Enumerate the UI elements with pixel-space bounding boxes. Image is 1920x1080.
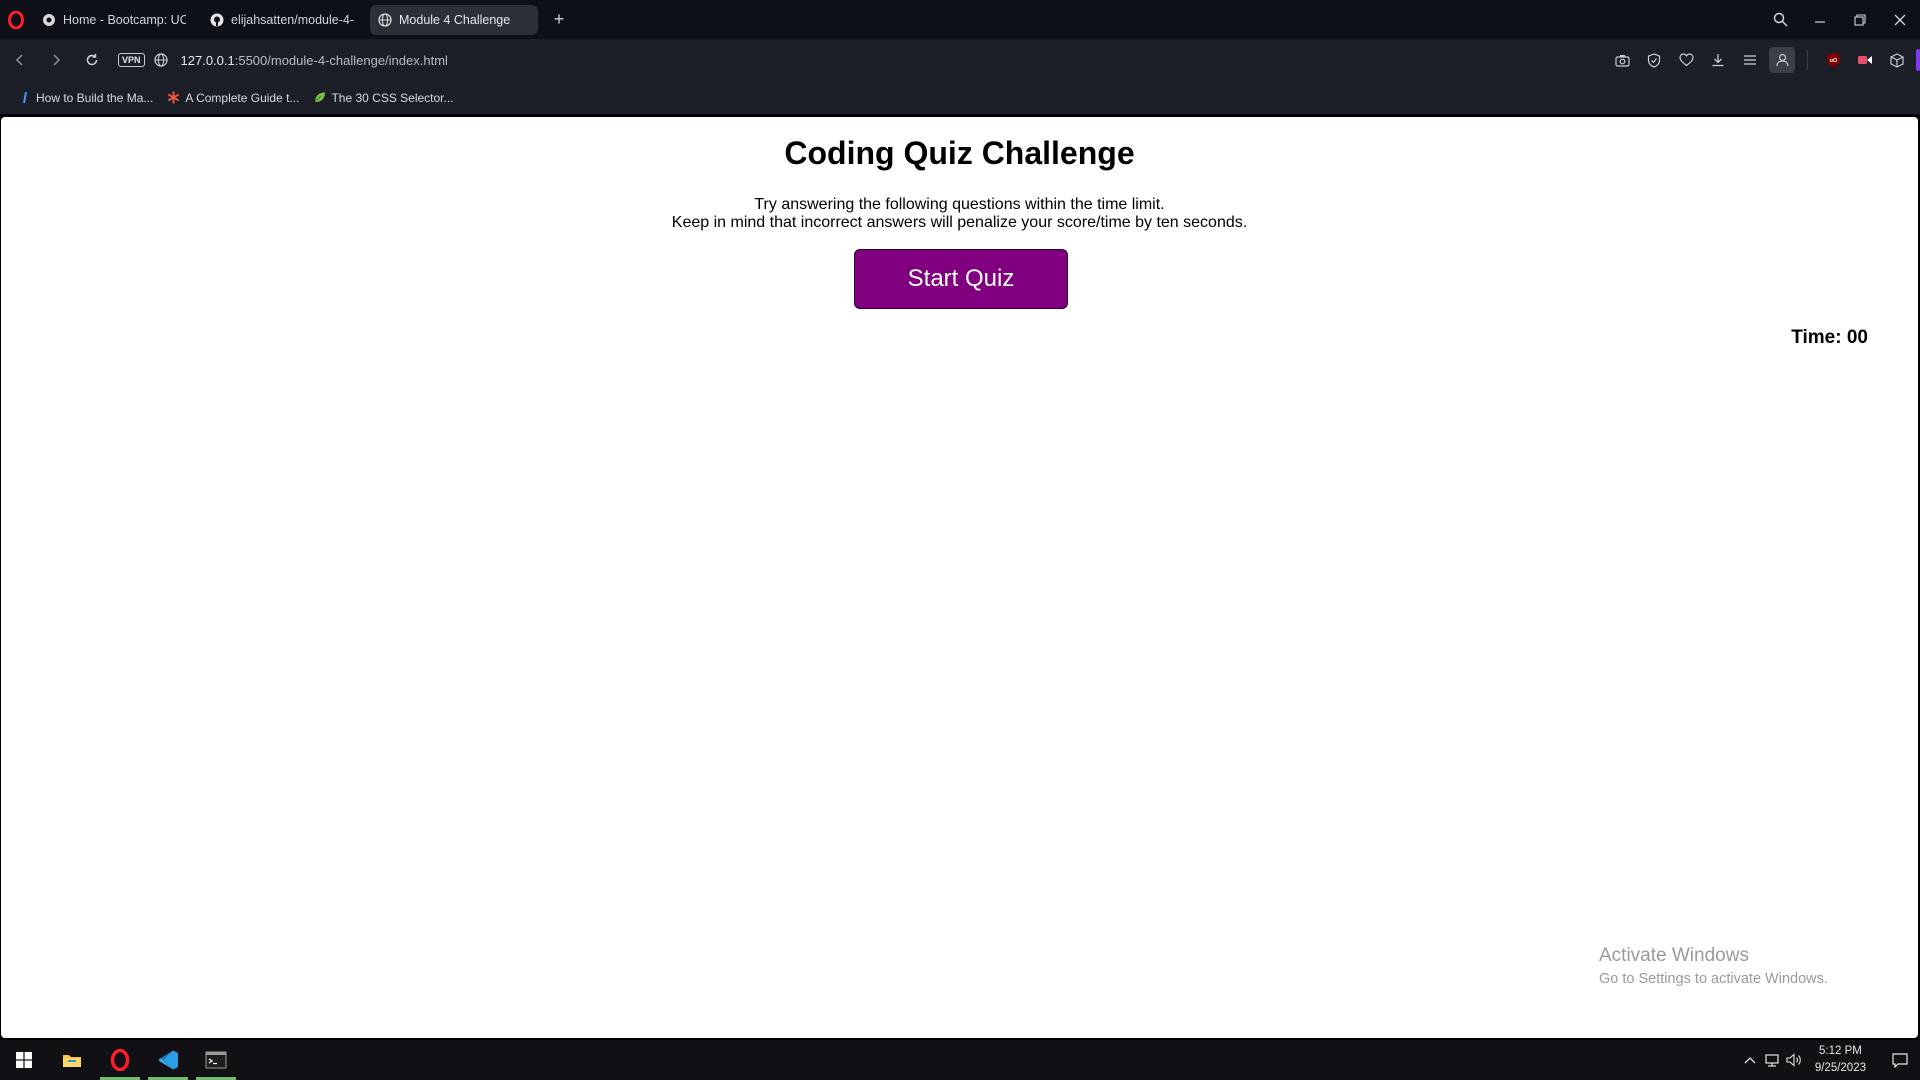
network-icon[interactable]: [1761, 1040, 1783, 1080]
window-controls: [1760, 0, 1920, 39]
shield-icon[interactable]: [1641, 47, 1667, 73]
tab-title: elijahsatten/module-4-ch: [231, 12, 354, 27]
heart-icon[interactable]: [1673, 47, 1699, 73]
tab-module-4-challenge[interactable]: Module 4 Challenge: [370, 4, 538, 35]
windows-start-icon[interactable]: [0, 1040, 48, 1080]
restore-icon[interactable]: [1840, 0, 1880, 39]
intro-text: Try answering the following questions wi…: [1, 196, 1918, 232]
profile-icon[interactable]: [1769, 47, 1795, 73]
tab-title: Home - Bootcamp: UCF-V: [63, 12, 186, 27]
globe-icon: [378, 12, 392, 27]
bookmarks-bar: How to Build the Ma... A Complete Guide …: [0, 81, 1920, 114]
watermark-title: Activate Windows: [1599, 945, 1749, 966]
site-info-icon[interactable]: [153, 52, 169, 68]
address-toolbar: VPN 127.0.0.1:5500/module-4-challenge/in…: [0, 39, 1920, 81]
windows-taskbar: 5:12 PM 9/25/2023: [0, 1040, 1920, 1080]
file-explorer-icon[interactable]: [48, 1040, 96, 1080]
extensions-cube-icon[interactable]: [1884, 47, 1910, 73]
tab-github[interactable]: elijahsatten/module-4-ch: [202, 5, 362, 35]
easy-setup-icon[interactable]: [1737, 47, 1763, 73]
tab-title: Module 4 Challenge: [399, 12, 511, 27]
page-viewport: Coding Quiz Challenge Try answering the …: [1, 117, 1918, 1038]
intro-line: Keep in mind that incorrect answers will…: [671, 214, 1248, 231]
url-host: 127.0.0.1: [180, 52, 235, 68]
canvas-icon: [42, 13, 56, 27]
back-icon[interactable]: [2, 45, 38, 75]
clock-time: 5:12 PM: [1819, 1045, 1862, 1057]
search-tabs-icon[interactable]: [1760, 0, 1800, 39]
github-icon: [210, 13, 224, 27]
bookmark-item[interactable]: How to Build the Ma...: [18, 91, 153, 105]
minimize-icon[interactable]: [1800, 0, 1840, 39]
activate-windows-watermark: Activate Windows Go to Settings to activ…: [1599, 945, 1828, 987]
forward-icon[interactable]: [38, 45, 74, 75]
svg-text:uO: uO: [1829, 58, 1837, 64]
opera-logo-icon[interactable]: [6, 10, 26, 30]
clock-date: 9/25/2023: [1814, 1062, 1866, 1074]
camera-icon[interactable]: [1609, 47, 1635, 73]
tab-bootcamp[interactable]: Home - Bootcamp: UCF-V: [34, 5, 194, 35]
vpn-badge[interactable]: VPN: [118, 53, 145, 67]
leaf-icon: [313, 91, 326, 104]
asterisk-icon: [167, 91, 180, 104]
system-tray: 5:12 PM 9/25/2023: [1739, 1040, 1920, 1080]
reload-icon[interactable]: [74, 45, 110, 75]
bookmark-label: The 30 CSS Selector...: [331, 90, 454, 105]
opera-taskbar-icon[interactable]: [96, 1040, 144, 1080]
timer-display: Time: 00: [1791, 327, 1868, 348]
show-hidden-icons-icon[interactable]: [1739, 1040, 1761, 1080]
watermark-subtitle: Go to Settings to activate Windows.: [1599, 971, 1828, 987]
screen: Home - Bootcamp: UCF-V elijahsatten/modu…: [0, 0, 1920, 1080]
sidebar-accent-indicator: [1916, 49, 1920, 71]
tab-strip: Home - Bootcamp: UCF-V elijahsatten/modu…: [0, 0, 1920, 39]
url-path: :5500/module-4-challenge/index.html: [234, 52, 448, 68]
download-icon[interactable]: [1705, 47, 1731, 73]
toolbar-actions: uO: [1609, 45, 1910, 75]
toolbar-divider: [1807, 50, 1808, 70]
intro-line: Try answering the following questions wi…: [754, 196, 1165, 213]
bookmark-label: A Complete Guide t...: [185, 90, 300, 105]
address-bar[interactable]: 127.0.0.1:5500/module-4-challenge/index.…: [181, 53, 448, 68]
bookmark-label: How to Build the Ma...: [36, 90, 154, 105]
vscode-icon[interactable]: [144, 1040, 192, 1080]
volume-icon[interactable]: [1783, 1040, 1805, 1080]
bookmark-item[interactable]: The 30 CSS Selector...: [313, 90, 454, 105]
bookmark-item[interactable]: A Complete Guide t...: [167, 91, 299, 105]
ublock-icon[interactable]: uO: [1820, 47, 1846, 73]
terminal-icon[interactable]: [192, 1040, 240, 1080]
video-extension-icon[interactable]: [1852, 47, 1878, 73]
new-tab-icon[interactable]: +: [548, 9, 570, 31]
bookmark-blue-icon: [18, 91, 31, 104]
notifications-icon[interactable]: [1880, 1040, 1920, 1080]
start-quiz-button[interactable]: Start Quiz: [854, 249, 1068, 309]
page-title: Coding Quiz Challenge: [784, 135, 1135, 171]
close-icon[interactable]: [1880, 0, 1920, 39]
taskbar-clock[interactable]: 5:12 PM 9/25/2023: [1815, 1043, 1866, 1077]
